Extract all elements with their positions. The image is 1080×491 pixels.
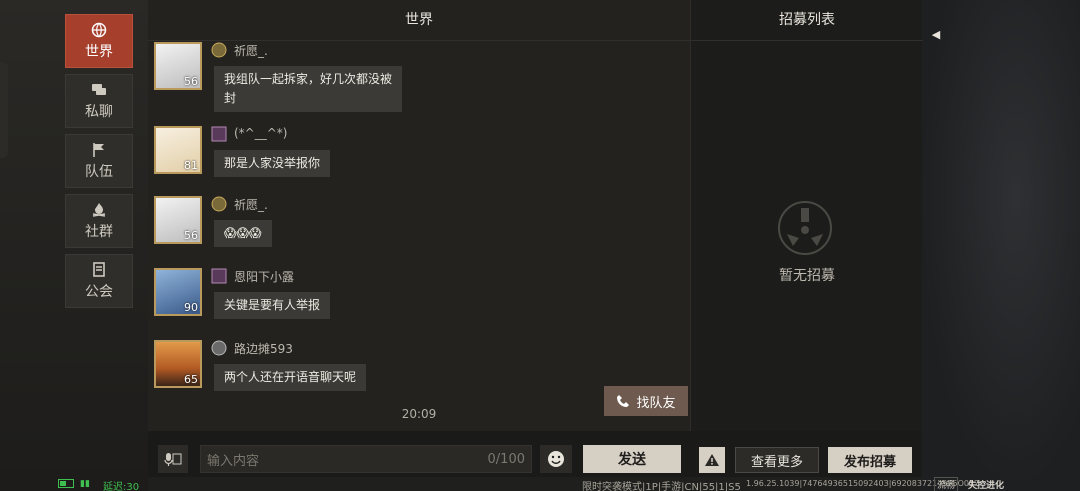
flag-icon — [91, 142, 107, 158]
voice-input-button[interactable] — [158, 445, 188, 473]
nav-item-team[interactable]: 队伍 — [65, 134, 133, 188]
rank-badge-icon — [211, 126, 227, 142]
campfire-icon — [91, 202, 107, 218]
avatar[interactable]: 56 — [154, 196, 202, 244]
message-text: 关键是要有人举报 — [224, 298, 321, 312]
player-level: 81 — [184, 159, 198, 172]
chat-input[interactable]: 输入内容 0/100 — [200, 445, 532, 473]
battery-icon — [58, 479, 74, 488]
message-text: 那是人家没举报你 — [224, 156, 321, 170]
message-bubble[interactable]: 两个人还在开语音聊天呢 — [214, 364, 367, 391]
world-chat-panel: 世界 56 祈愿_. 我组队一起拆家，好几次都没被 封 81 (*^__^*) … — [148, 0, 690, 431]
username: 恩阳下小露 — [234, 270, 295, 284]
chat-message: 56 祈愿_. 😱😱😱 — [154, 196, 454, 252]
message-text: 封 — [224, 91, 237, 105]
chat-message: 56 祈愿_. 我组队一起拆家，好几次都没被 封 — [154, 42, 454, 112]
avatar[interactable]: 90 — [154, 268, 202, 316]
globe-icon — [91, 22, 107, 38]
latency-text: 延迟:30 — [103, 482, 140, 491]
avatar[interactable]: 65 — [154, 340, 202, 388]
rank-badge-icon — [211, 42, 227, 58]
player-level: 90 — [184, 301, 198, 314]
nav-item-world[interactable]: 世界 — [65, 14, 133, 68]
side-handle[interactable] — [0, 62, 8, 158]
divider — [691, 40, 923, 41]
message-text: 😱😱😱 — [224, 226, 262, 240]
username: 祈愿_. — [234, 44, 268, 58]
recruit-title: 招募列表 — [779, 12, 835, 28]
collapse-panel-button[interactable]: ◀ — [922, 24, 950, 44]
avatar[interactable]: 81 — [154, 126, 202, 174]
report-button[interactable] — [699, 447, 725, 473]
nav-label: 私聊 — [85, 103, 113, 120]
rank-badge-icon — [211, 196, 227, 212]
bottom-bar: 输入内容 0/100 发送 查看更多 发布招募 — [148, 431, 922, 477]
warning-icon — [705, 454, 719, 466]
publish-recruit-button[interactable]: 发布招募 — [828, 447, 912, 473]
divider — [148, 40, 690, 41]
send-button[interactable]: 发送 — [583, 445, 681, 473]
message-bubble[interactable]: 那是人家没举报你 — [214, 150, 331, 177]
chat-message: 81 (*^__^*) 那是人家没举报你 — [154, 126, 454, 182]
phone-icon — [617, 395, 630, 407]
smiley-icon — [548, 451, 564, 467]
right-background — [920, 0, 1080, 491]
chat-message: 65 路边摊593 两个人还在开语音聊天呢 — [154, 340, 454, 396]
microphone-icon — [164, 453, 182, 466]
rank-badge-icon — [211, 268, 227, 284]
view-more-button[interactable]: 查看更多 — [735, 447, 819, 473]
emoji-button[interactable] — [540, 445, 572, 473]
nav-item-guild[interactable]: 公会 — [65, 254, 133, 308]
mode-text: 限时突袭模式|1P|手游|CN|55|1|S5 — [582, 482, 741, 491]
chevron-left-icon: ◀ — [931, 27, 941, 41]
message-bubble[interactable]: 我组队一起拆家，好几次都没被 封 — [214, 66, 403, 112]
nav-label: 社群 — [85, 223, 113, 240]
username: (*^__^*) — [234, 126, 288, 140]
banner-icon — [91, 261, 107, 278]
quality-badge: 流畅 — [934, 477, 959, 491]
nav-label: 世界 — [85, 43, 113, 60]
player-level: 56 — [184, 229, 198, 242]
username: 祈愿_. — [234, 198, 268, 212]
avatar[interactable]: 56 — [154, 42, 202, 90]
username: 路边摊593 — [234, 342, 293, 356]
find-team-button[interactable]: 找队友 — [604, 386, 688, 416]
chat-message: 90 恩阳下小露 关键是要有人举报 — [154, 268, 454, 324]
player-level: 56 — [184, 75, 198, 88]
status-strip: ▮▮ 延迟:30 限时突袭模式|1P|手游|CN|55|1|S5 1.96.25… — [0, 477, 1080, 491]
nav-label: 队伍 — [85, 163, 113, 180]
channel-nav: 世界 私聊 队伍 社群 公会 — [65, 14, 133, 314]
rank-badge-icon — [211, 340, 227, 356]
char-count: 0/100 — [487, 451, 525, 467]
nav-item-private[interactable]: 私聊 — [65, 74, 133, 128]
chat-title: 世界 — [405, 12, 433, 28]
input-placeholder: 输入内容 — [207, 453, 260, 469]
find-team-label: 找队友 — [636, 395, 676, 411]
player-level: 65 — [184, 373, 198, 386]
game-logo: 失控进化 — [968, 481, 1005, 491]
recruit-panel: 招募列表 暂无招募 — [690, 0, 923, 431]
signal-icon: ▮▮ — [80, 479, 90, 489]
message-text: 两个人还在开语音聊天呢 — [224, 370, 357, 384]
nav-label: 公会 — [85, 283, 113, 300]
nav-item-community[interactable]: 社群 — [65, 194, 133, 248]
message-bubble[interactable]: 关键是要有人举报 — [214, 292, 331, 319]
message-text: 我组队一起拆家，好几次都没被 — [224, 72, 393, 86]
chat-bubbles-icon — [91, 82, 107, 98]
empty-recruit-icon — [778, 201, 832, 255]
message-bubble[interactable]: 😱😱😱 — [214, 220, 272, 247]
empty-recruit-text: 暂无招募 — [779, 268, 835, 284]
